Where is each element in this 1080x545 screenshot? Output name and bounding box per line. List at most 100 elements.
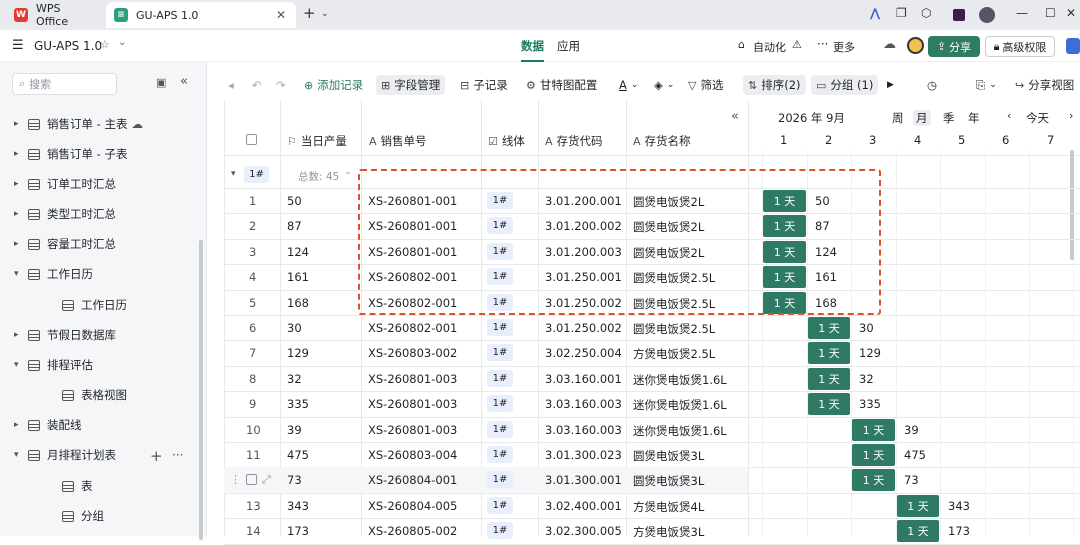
close-tab-icon[interactable]: ✕ — [276, 8, 286, 22]
cell-code[interactable]: 3.01.200.001 — [545, 194, 622, 208]
collapsed-caret-icon[interactable]: ▸ — [14, 209, 28, 219]
cell-line-tag[interactable]: 1# — [487, 369, 513, 387]
title-chevron-icon[interactable]: ⌄ — [118, 37, 126, 48]
ai-icon[interactable]: ⋀ — [870, 6, 880, 20]
cell-qty[interactable]: 161 — [287, 270, 309, 284]
sidebar-item[interactable]: ▸ 销售订单 - 主表 ☁ — [0, 109, 200, 139]
cell-name[interactable]: 方煲电饭煲2.5L — [633, 346, 715, 362]
cell-code[interactable]: 3.02.400.001 — [545, 499, 622, 513]
gantt-bar[interactable]: 1 天 — [852, 444, 895, 466]
cell-name[interactable]: 迷你煲电饭煲1.6L — [633, 372, 727, 388]
cell-line-tag[interactable]: 1# — [487, 496, 513, 514]
prev-icon[interactable]: ‹ — [1007, 109, 1011, 122]
close-window-icon[interactable]: ✕ — [1066, 6, 1076, 20]
cell-qty[interactable]: 32 — [287, 372, 302, 386]
cell-name[interactable]: 方煲电饭煲3L — [633, 524, 704, 540]
cell-line-tag[interactable]: 1# — [487, 319, 513, 336]
user-avatar[interactable] — [907, 37, 924, 54]
search-input[interactable]: ⌕ 搜索 — [12, 73, 117, 95]
scale-option[interactable]: 年 — [965, 110, 983, 126]
cell-qty[interactable]: 50 — [287, 194, 302, 208]
cell-order[interactable]: XS-260801-003 — [368, 372, 457, 386]
star-icon[interactable]: ☆ — [100, 38, 110, 51]
add-record-button[interactable]: ⊕ 添加记录 — [304, 75, 363, 95]
cell-name[interactable]: 方煲电饭煲4L — [633, 499, 704, 515]
scale-option[interactable]: 周 — [889, 110, 907, 126]
collapsed-caret-icon[interactable]: ▸ — [14, 119, 28, 129]
cell-order[interactable]: XS-260801-003 — [368, 423, 457, 437]
column-header[interactable]: A 存货代码 — [545, 133, 603, 149]
cell-line-tag[interactable]: 1# — [487, 522, 513, 540]
today-button[interactable]: 今天 — [1026, 110, 1049, 126]
cell-code[interactable]: 3.01.250.001 — [545, 270, 622, 284]
cell-qty[interactable]: 129 — [287, 346, 309, 360]
cell-qty[interactable]: 475 — [287, 448, 309, 462]
expand-row-icon[interactable]: ⤢ — [262, 473, 271, 487]
tab-data[interactable]: 数据 — [521, 38, 544, 62]
cell-name[interactable]: 圆煲电饭煲2L — [633, 194, 704, 210]
gantt-bar[interactable]: 1 天 — [808, 393, 850, 416]
tab-wps-office[interactable]: W WPS Office — [6, 2, 104, 28]
export-button[interactable]: ⎘ ⌄ — [976, 75, 997, 95]
next-icon[interactable]: › — [1069, 109, 1073, 122]
gantt-bar[interactable]: 1 天 — [763, 291, 806, 314]
gantt-bar[interactable]: 1 天 — [808, 317, 850, 339]
cell-order[interactable]: XS-260801-003 — [368, 397, 457, 411]
cell-order[interactable]: XS-260804-005 — [368, 499, 457, 513]
cell-code[interactable]: 3.03.160.003 — [545, 423, 622, 437]
column-header[interactable]: ⚐ 当日产量 — [287, 133, 347, 149]
cell-order[interactable]: XS-260803-002 — [368, 346, 457, 360]
collapsed-caret-icon[interactable]: ▸ — [14, 149, 28, 159]
sidebar-scrollbar[interactable] — [199, 240, 203, 540]
collapsed-caret-icon[interactable]: ▸ — [14, 330, 28, 340]
redo-icon[interactable]: ↷ — [276, 75, 286, 95]
cell-code[interactable]: 3.01.250.002 — [545, 321, 622, 335]
minimize-icon[interactable]: — — [1016, 6, 1028, 20]
sidebar-item[interactable]: ▸ 节假日数据库 — [0, 320, 200, 350]
cell-order[interactable]: XS-260804-001 — [368, 473, 457, 487]
cell-name[interactable]: 圆煲电饭煲2L — [633, 219, 704, 235]
cell-qty[interactable]: 335 — [287, 397, 309, 411]
copy-window-icon[interactable]: ❐ — [896, 6, 907, 20]
cell-name[interactable]: 圆煲电饭煲3L — [633, 448, 704, 464]
cloud-icon[interactable]: ☁ — [883, 37, 896, 52]
column-header[interactable]: ☑ 线体 — [488, 133, 525, 149]
sidebar-item[interactable]: 分组 — [0, 501, 200, 531]
cell-code[interactable]: 3.02.300.005 — [545, 524, 622, 538]
undo-icon[interactable]: ↶ — [252, 75, 262, 95]
cell-code[interactable]: 3.01.300.023 — [545, 448, 622, 462]
maximize-icon[interactable]: ☐ — [1045, 6, 1056, 20]
gantt-bar[interactable]: 1 天 — [852, 469, 895, 492]
font-color-button[interactable]: A ⌄ — [619, 75, 638, 95]
gantt-bar[interactable]: 1 天 — [808, 342, 850, 365]
sub-record-button[interactable]: ⊟ 子记录 — [460, 75, 508, 95]
cell-line-tag[interactable]: 1# — [487, 395, 513, 413]
cell-line-tag[interactable]: 1# — [487, 192, 513, 209]
cell-order[interactable]: XS-260801-001 — [368, 194, 457, 208]
toolbar-more-arrow-icon[interactable]: ▶ — [887, 75, 894, 95]
cell-qty[interactable]: 168 — [287, 296, 309, 310]
cell-qty[interactable]: 39 — [287, 423, 302, 437]
cell-name[interactable]: 迷你煲电饭煲1.6L — [633, 397, 727, 413]
gantt-bar[interactable]: 1 天 — [852, 418, 895, 441]
cell-code[interactable]: 3.03.160.001 — [545, 372, 622, 386]
gantt-bar[interactable]: 1 天 — [763, 215, 806, 238]
sidebar-item[interactable]: ▾ 排程评估 — [0, 350, 200, 380]
cell-code[interactable]: 3.02.250.004 — [545, 346, 622, 360]
cell-name[interactable]: 迷你煲电饭煲1.6L — [633, 423, 727, 439]
menu-icon[interactable]: ☰ — [12, 38, 24, 53]
field-manage-button[interactable]: ⊞ 字段管理 — [376, 75, 446, 95]
cell-line-tag[interactable]: 1# — [487, 217, 513, 235]
sidebar-item[interactable]: ▾ 工作日历 — [0, 259, 200, 289]
cell-qty[interactable]: 343 — [287, 499, 309, 513]
cell-qty[interactable]: 173 — [287, 524, 309, 538]
collapsed-caret-icon[interactable]: ▸ — [14, 179, 28, 189]
gantt-bar[interactable]: 1 天 — [763, 190, 806, 212]
cell-order[interactable]: XS-260801-001 — [368, 245, 457, 259]
expanded-caret-icon[interactable]: ▾ — [14, 269, 28, 279]
expanded-caret-icon[interactable]: ▾ — [14, 360, 28, 370]
cube-icon[interactable]: ⬡ — [921, 6, 931, 20]
cell-line-tag[interactable]: 1# — [487, 344, 513, 362]
collapse-sidebar-icon[interactable]: « — [180, 74, 188, 89]
cell-name[interactable]: 圆煲电饭煲2L — [633, 245, 704, 261]
